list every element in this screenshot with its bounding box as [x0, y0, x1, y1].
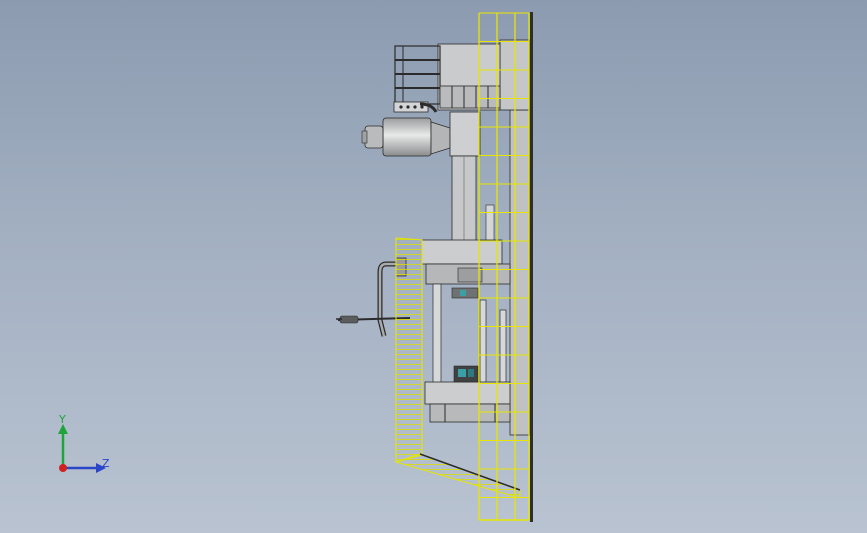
- x-axis-dot: [59, 464, 67, 472]
- machine-side-view[interactable]: [0, 0, 867, 533]
- top-motor-housing: [393, 43, 501, 113]
- y-axis-label: Y: [59, 413, 66, 426]
- z-axis-label: Z: [102, 457, 110, 470]
- cad-viewport[interactable]: Y Z: [0, 0, 867, 533]
- vertical-column: [451, 155, 495, 246]
- coordinate-triad: [58, 424, 106, 473]
